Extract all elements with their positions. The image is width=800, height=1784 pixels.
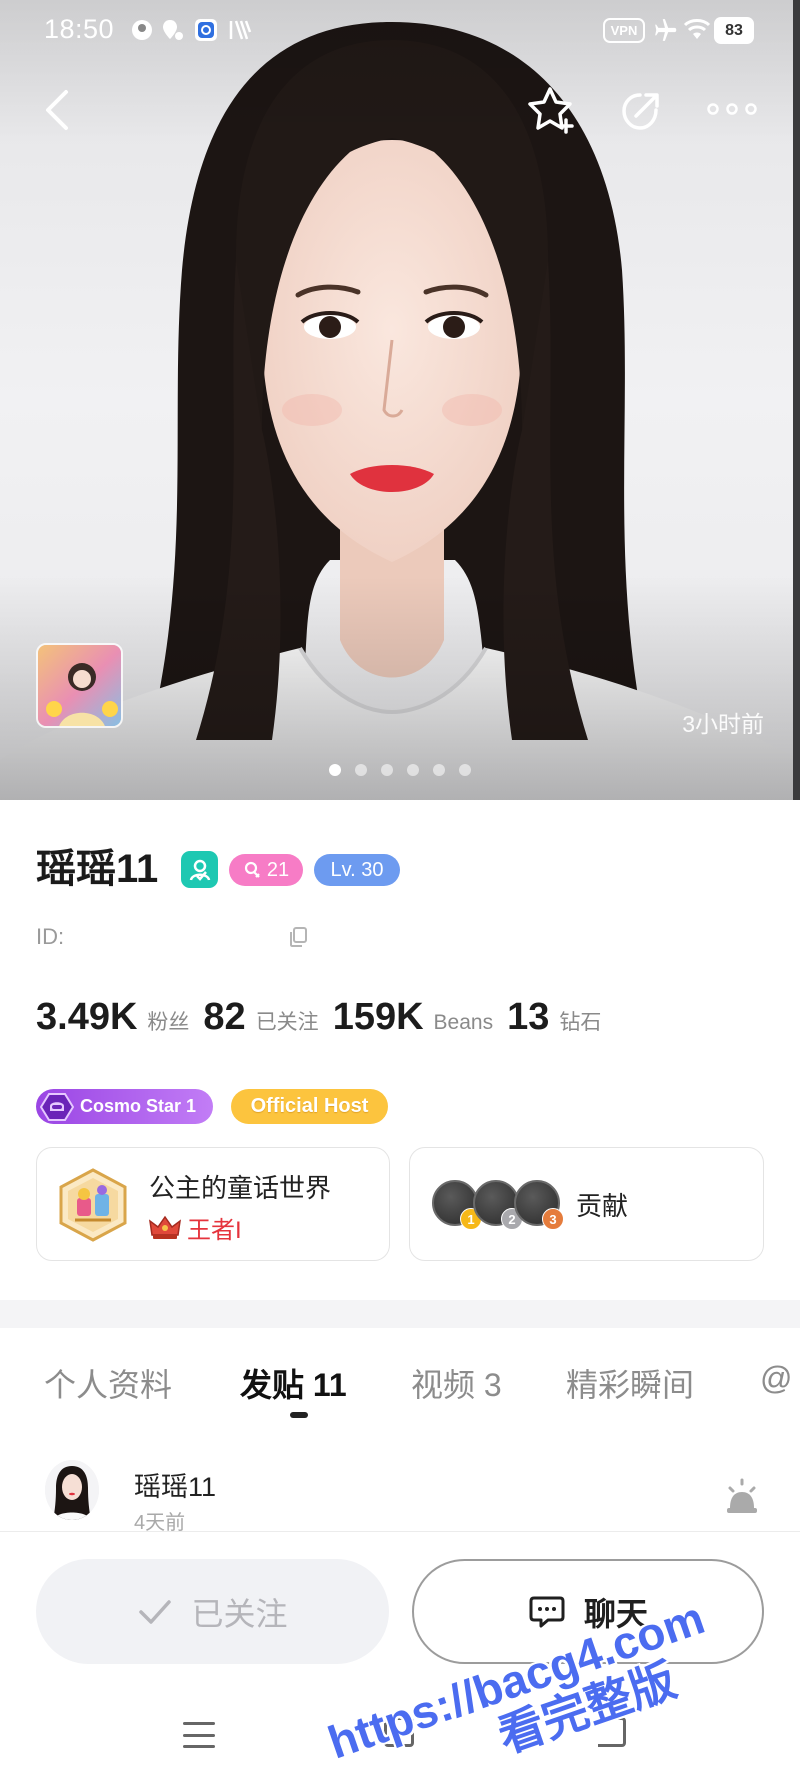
- thumbnail-image: [38, 645, 121, 726]
- live-thumbnail[interactable]: [36, 643, 123, 728]
- fans-label: 粉丝: [147, 1011, 190, 1034]
- guild-emblem-icon: [59, 1168, 127, 1242]
- fans-count[interactable]: 3.49K: [36, 996, 137, 1039]
- battery-level: 83: [714, 17, 754, 44]
- guild-card[interactable]: 公主的童话世界 王者I: [36, 1147, 390, 1261]
- profile-name: 瑶瑶11: [36, 847, 159, 891]
- face-icon: [130, 18, 154, 42]
- carousel-dot[interactable]: [407, 764, 419, 776]
- location-icon: [160, 18, 184, 42]
- bronze-medal-icon: 3: [514, 1180, 564, 1230]
- cosmo-star-icon: [40, 1092, 74, 1121]
- carousel-dots: [0, 764, 800, 776]
- photo-time-ago: 3小时前: [682, 711, 764, 737]
- fan-level-badge[interactable]: 21: [229, 854, 303, 886]
- beans-label: Beans: [433, 1011, 494, 1034]
- following-label: 已关注: [255, 1011, 319, 1034]
- follow-button[interactable]: 已关注: [36, 1559, 389, 1664]
- vpn-indicator: VPN: [603, 18, 645, 43]
- fan-level-value: 21: [266, 858, 290, 881]
- silver-medal-icon: 2: [473, 1180, 523, 1230]
- following-count[interactable]: 82: [203, 996, 245, 1039]
- contributor-medals: 1 2 3: [432, 1180, 564, 1230]
- diamonds-label: 钻石: [559, 1011, 602, 1034]
- cosmo-star-label: Cosmo Star 1: [80, 1096, 197, 1116]
- alarm-bell-icon[interactable]: [722, 1476, 762, 1516]
- next-photo-edge: [793, 0, 800, 800]
- user-level-badge[interactable]: Lv. 30: [314, 854, 400, 886]
- nav-recents-button[interactable]: [183, 1722, 215, 1748]
- guild-rank-label: 王者I: [187, 1217, 242, 1244]
- official-host-tag[interactable]: Official Host: [231, 1089, 388, 1124]
- status-time: 18:50: [44, 14, 115, 44]
- post-author-name[interactable]: 瑶瑶11: [134, 1465, 216, 1504]
- verified-badge[interactable]: [181, 851, 218, 888]
- tab-posts[interactable]: 发贴 11: [240, 1360, 347, 1406]
- contribution-card[interactable]: 1 2 3 贡献: [409, 1147, 764, 1261]
- follow-button-label: 已关注: [191, 1595, 288, 1632]
- user-id-label: ID:: [36, 924, 65, 949]
- star-add-icon[interactable]: [526, 84, 578, 136]
- gold-medal-icon: 1: [432, 1180, 482, 1230]
- share-icon[interactable]: [618, 88, 664, 134]
- guild-rank: 王者I: [149, 1210, 242, 1245]
- profile-tabs: 个人资料 发贴 11 视频 3 精彩瞬间 @: [0, 1350, 800, 1420]
- profile-stats: 3.49K 粉丝 82 已关注 159K Beans 13 钻石: [36, 996, 615, 1039]
- app-icon: [194, 18, 218, 42]
- airplane-icon: [653, 17, 677, 41]
- contribution-label: 贡献: [576, 1191, 629, 1221]
- tab-videos[interactable]: 视频 3: [411, 1360, 502, 1406]
- tab-profile-info[interactable]: 个人资料: [44, 1360, 172, 1406]
- medal-rank-3: 3: [542, 1208, 564, 1230]
- diamonds-count: 13: [507, 996, 550, 1038]
- copy-icon[interactable]: [288, 926, 308, 948]
- carousel-dot[interactable]: [459, 764, 471, 776]
- active-tab-indicator: [290, 1412, 308, 1418]
- more-icon[interactable]: [706, 102, 758, 116]
- section-divider: [0, 1300, 800, 1328]
- tab-highlights[interactable]: 精彩瞬间: [566, 1360, 694, 1406]
- beans-count: 159K: [332, 996, 424, 1038]
- carousel-dot[interactable]: [433, 764, 445, 776]
- user-verified-icon: [189, 859, 210, 881]
- wifi-icon: [683, 17, 711, 41]
- check-icon: [139, 1599, 172, 1624]
- guild-name: 公主的童话世界: [149, 1173, 332, 1203]
- tab-mentions[interactable]: @: [760, 1360, 792, 1397]
- fan-icon: [244, 861, 260, 878]
- carousel-dot[interactable]: [381, 764, 393, 776]
- avatar-image: [45, 1460, 99, 1520]
- stripes-icon: [228, 18, 252, 42]
- post-author-avatar[interactable]: [45, 1460, 99, 1520]
- carousel-dot[interactable]: [355, 764, 367, 776]
- crown-icon: [149, 1215, 181, 1239]
- chat-icon: [529, 1596, 565, 1627]
- cosmo-star-tag[interactable]: Cosmo Star 1: [36, 1089, 213, 1124]
- carousel-dot[interactable]: [329, 764, 341, 776]
- back-icon[interactable]: [40, 88, 76, 132]
